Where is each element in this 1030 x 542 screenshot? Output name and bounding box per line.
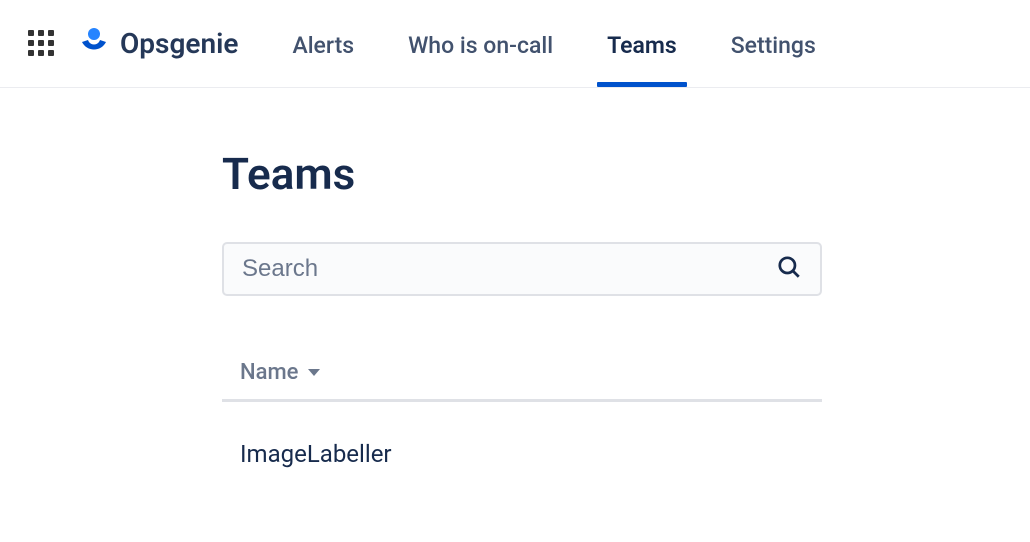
teams-table: Name ImageLabeller xyxy=(222,360,822,506)
table-row[interactable]: ImageLabeller xyxy=(222,402,822,506)
column-header-name[interactable]: Name xyxy=(222,360,822,402)
opsgenie-icon xyxy=(78,26,110,62)
team-name: ImageLabeller xyxy=(240,440,392,468)
page-title: Teams xyxy=(222,148,1030,200)
product-logo[interactable]: Opsgenie xyxy=(78,26,238,62)
page-content: Teams Name ImageLabeller xyxy=(0,88,1030,506)
search-icon[interactable] xyxy=(776,254,802,284)
main-nav: Alerts Who is on-call Teams Settings xyxy=(288,2,819,85)
search-input[interactable] xyxy=(242,255,776,283)
top-navigation: Opsgenie Alerts Who is on-call Teams Set… xyxy=(0,0,1030,88)
app-switcher-icon[interactable] xyxy=(28,30,56,58)
search-container[interactable] xyxy=(222,242,822,296)
column-label: Name xyxy=(240,360,298,385)
nav-who-is-on-call[interactable]: Who is on-call xyxy=(404,2,557,85)
product-name: Opsgenie xyxy=(120,27,238,60)
sort-caret-icon xyxy=(308,369,320,376)
nav-teams[interactable]: Teams xyxy=(603,2,681,85)
nav-alerts[interactable]: Alerts xyxy=(288,2,358,85)
nav-settings[interactable]: Settings xyxy=(727,2,820,85)
